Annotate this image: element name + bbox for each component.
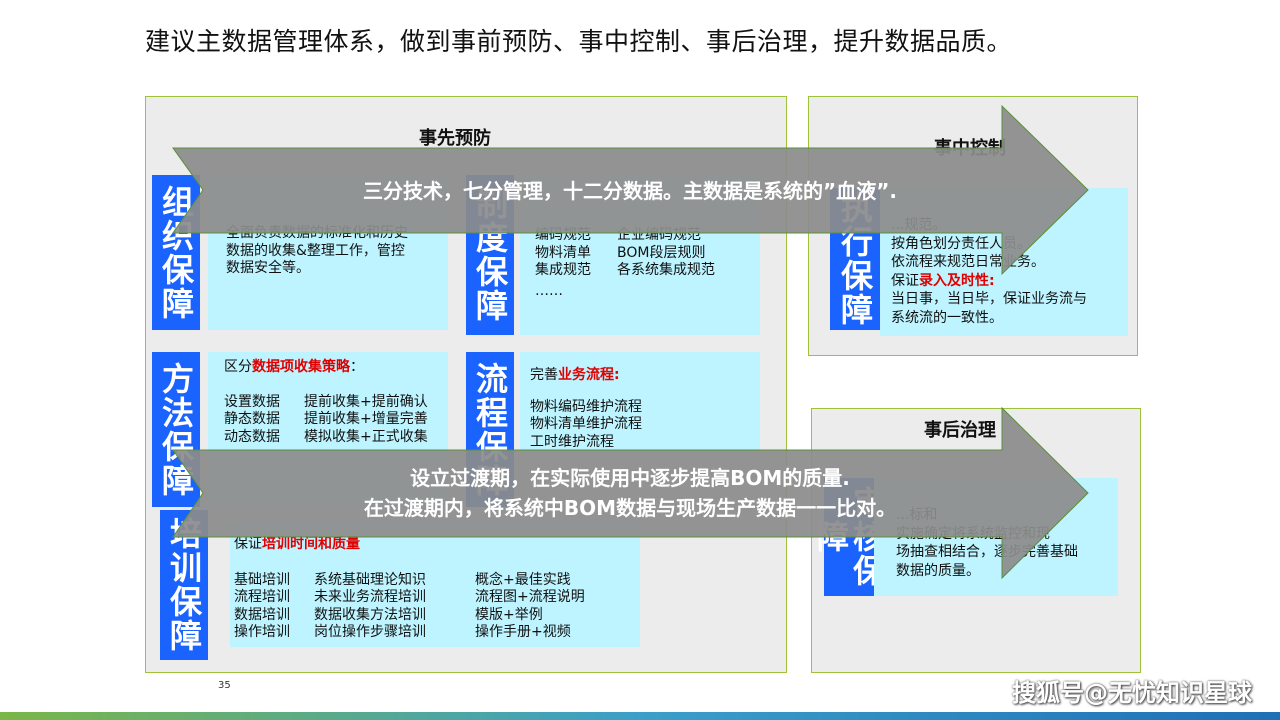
system-row: 物料清单 BOM段层规则 [535, 245, 760, 263]
org-label: 组织保障 [152, 175, 200, 330]
system-term: 集成规范 [535, 262, 591, 278]
training-format: 流程图+流程说明 [475, 589, 585, 605]
execute-line: 依流程来规范日常业务。 [891, 254, 1045, 270]
execute-content: ...规范。 按角色划分责任人员。 依流程来规范日常业务。 保证录入及时性: 当… [880, 188, 1128, 336]
audit-line: 场抽查相结合，逐步完善基础 [896, 544, 1078, 560]
training-intro-highlight: 培训时间和质量 [262, 536, 360, 552]
execute-line: 按角色划分责任人员。 [891, 235, 1031, 252]
training-row: 数据培训 数据收集方法培训 模版+举例 [234, 607, 640, 625]
training-row: 基础培训 系统基础理论知识 概念+最佳实践 [234, 572, 640, 590]
system-ellipsis: …… [535, 282, 563, 299]
execute-tail: 系统流的一致性。 [891, 309, 1003, 326]
bottom-arrow-line1: 设立过渡期，在实际使用中逐步提高BOM的质量. [410, 466, 850, 490]
training-topic: 未来业务流程培训 [314, 589, 426, 605]
org-line: 数据的收集&整理工作，管控 [226, 242, 405, 259]
training-intro: 保证培训时间和质量 [234, 536, 640, 554]
training-format: 操作手册+视频 [475, 624, 571, 640]
training-format: 模版+举例 [475, 606, 543, 623]
process-intro-prefix: 完善 [530, 367, 558, 383]
method-desc: 提前收集+提前确认 [304, 393, 428, 410]
org-line: 全面负责数据的标准化和历史 [226, 225, 408, 241]
bottom-arrow-line2: 在过渡期内，将系统中BOM数据与现场生产数据一一比对。 [363, 496, 897, 520]
method-term: 静态数据 [224, 411, 280, 427]
execute-line: ...规范。 [891, 217, 947, 233]
method-row: 设置数据 提前收集+提前确认 [224, 394, 448, 412]
training-topic: 系统基础理论知识 [314, 571, 426, 588]
prevent-panel-title: 事先预防 [419, 128, 491, 149]
method-intro-suffix: ： [350, 359, 364, 375]
training-label: 培训保障 [160, 510, 208, 660]
process-line: 工时维护流程 [530, 433, 614, 450]
method-intro-prefix: 区分 [224, 359, 252, 375]
process-line: 物料清单维护流程 [530, 416, 642, 432]
training-topic: 数据收集方法培训 [314, 606, 426, 623]
method-term: 动态数据 [224, 428, 280, 445]
control-panel-title: 事中控制 [934, 138, 1006, 159]
training-format: 概念+最佳实践 [475, 571, 571, 588]
method-desc: 提前收集+增量完善 [304, 411, 428, 427]
execute-highlight-line: 保证录入及时性: [891, 272, 1128, 291]
process-intro-highlight: 业务流程: [558, 367, 620, 383]
audit-line: 数据的质量。 [896, 562, 980, 579]
system-desc: 各系统集成规范 [617, 262, 715, 278]
page-headline: 建议主数据管理体系，做到事前预防、事中控制、事后治理，提升数据品质。 [145, 27, 1013, 56]
page-number: 35 [218, 680, 231, 691]
execute-highlight-prefix: 保证 [891, 272, 919, 289]
training-row: 操作培训 岗位操作步骤培训 操作手册+视频 [234, 624, 640, 642]
top-arrow-text: 三分技术，七分管理，十二分数据。主数据是系统的”血液”. [363, 179, 897, 203]
training-type: 流程培训 [234, 589, 290, 605]
govern-panel-title: 事后治理 [924, 420, 996, 441]
system-row: 编码规范 企业编码规范 [535, 227, 760, 245]
method-desc: 模拟收集+正式收集 [304, 428, 428, 445]
execute-tail: 当日事，当日毕，保证业务流与 [891, 291, 1087, 307]
method-row: 静态数据 提前收集+增量完善 [224, 411, 448, 429]
training-type: 操作培训 [234, 624, 290, 640]
method-label: 方法保障 [152, 352, 200, 507]
execute-highlight: 录入及时性: [919, 272, 995, 289]
org-line: 数据安全等。 [226, 260, 310, 276]
watermark: 搜狐号@无忧知识星球 [1012, 679, 1252, 707]
training-content: 保证培训时间和质量 基础培训 系统基础理论知识 概念+最佳实践 流程培训 未来业务流程… [230, 522, 640, 647]
training-row: 流程培训 未来业务流程培训 流程图+流程说明 [234, 589, 640, 607]
method-intro-highlight: 数据项收集策略 [252, 359, 350, 375]
process-line: 物料编码维护流程 [530, 398, 642, 415]
execute-label: 执行保障 [830, 188, 880, 330]
process-intro: 完善业务流程: [530, 367, 760, 385]
system-term: 编码规范 [535, 227, 591, 243]
training-topic: 岗位操作步骤培训 [314, 624, 426, 640]
method-term: 设置数据 [224, 393, 280, 410]
process-content: 完善业务流程: 物料编码维护流程 物料清单维护流程 工时维护流程 [520, 352, 760, 452]
system-desc: 企业编码规范 [617, 227, 701, 243]
method-intro: 区分数据项收集策略： [224, 359, 448, 377]
audit-line: 实施确定将系统监控和现 [896, 525, 1050, 542]
system-row: 集成规范 各系统集成规范 [535, 262, 760, 280]
training-type: 基础培训 [234, 571, 290, 588]
training-type: 数据培训 [234, 606, 290, 623]
method-row: 动态数据 模拟收集+正式收集 [224, 429, 448, 447]
bottom-color-bar [0, 712, 1280, 720]
system-desc: BOM段层规则 [617, 244, 706, 261]
system-term: 物料清单 [535, 244, 591, 261]
training-intro-prefix: 保证 [234, 536, 262, 552]
